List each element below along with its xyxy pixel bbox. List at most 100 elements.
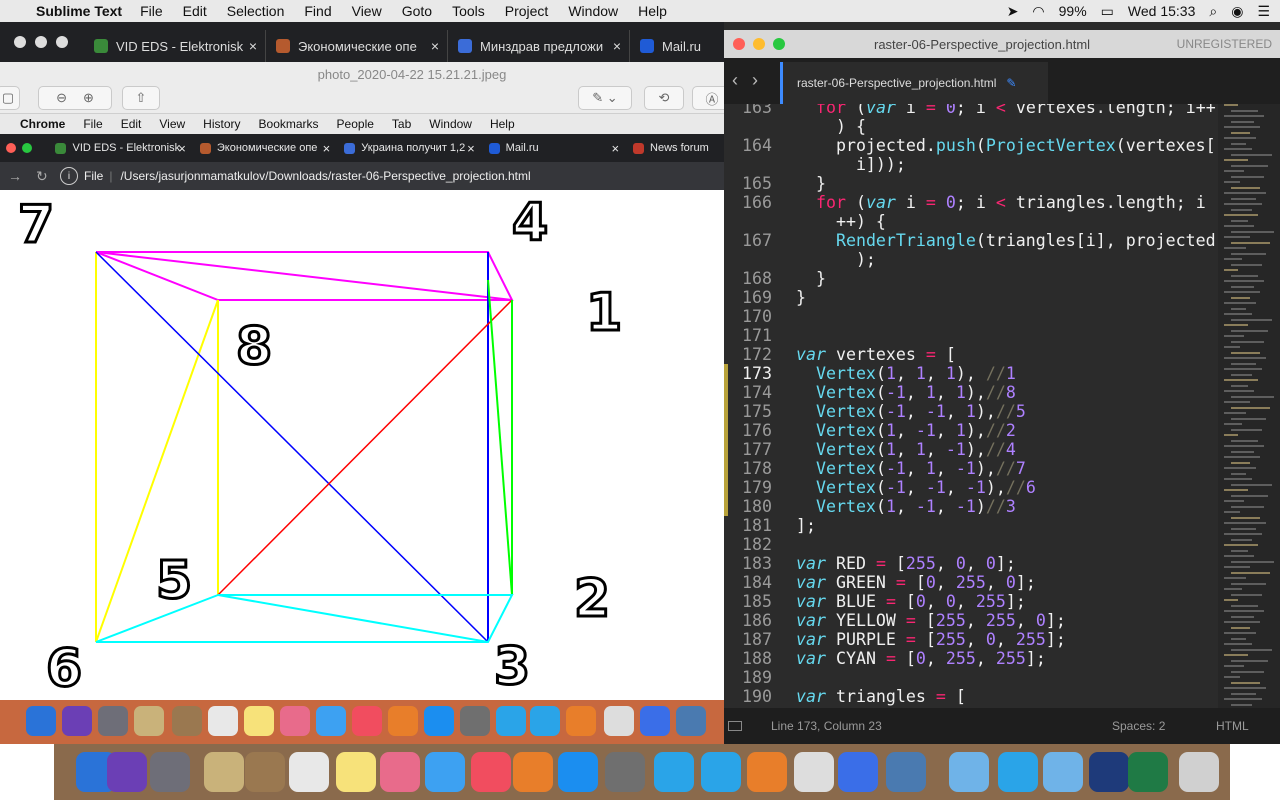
close-dot-icon[interactable] <box>14 36 26 48</box>
app-menu[interactable]: Sublime Text <box>36 3 122 19</box>
folder-icon[interactable] <box>949 752 989 792</box>
code-line[interactable]: 189 <box>724 668 1218 687</box>
menu-project[interactable]: Project <box>505 3 549 19</box>
music-icon[interactable] <box>471 752 511 792</box>
telegram-icon[interactable] <box>654 752 694 792</box>
code-line[interactable]: 171 <box>724 326 1218 345</box>
zoom-in-icon[interactable]: ⊕ <box>83 90 94 106</box>
code-line[interactable]: 184 var GREEN = [0, 255, 0]; <box>724 573 1218 592</box>
code-line[interactable]: 174 Vertex(-1, 1, 1),//8 <box>724 383 1218 402</box>
code-line[interactable]: 179 Vertex(-1, -1, -1),//6 <box>724 478 1218 497</box>
code-editor[interactable]: 163 for (var i = 0; i < vertexes.length;… <box>724 104 1218 724</box>
code-line[interactable]: 163 for (var i = 0; i < vertexes.length;… <box>724 104 1218 117</box>
panel-toggle-icon[interactable] <box>728 721 742 731</box>
code-line[interactable]: 180 Vertex(1, -1, -1)//3 <box>724 497 1218 516</box>
outer-tab-3[interactable]: Минздрав предложи × <box>448 30 630 62</box>
code-line[interactable]: i])); <box>724 155 1218 174</box>
menu-tools[interactable]: Tools <box>452 3 485 19</box>
minimize-button[interactable] <box>753 38 765 50</box>
trash-icon[interactable] <box>1179 752 1219 792</box>
outer-tab-1[interactable]: VID EDS - Elektronisk × <box>84 30 266 62</box>
preview-app-icon[interactable] <box>886 752 926 792</box>
menu-window[interactable]: Window <box>568 3 618 19</box>
excel-icon[interactable] <box>1128 752 1168 792</box>
applications-folder-icon[interactable] <box>998 752 1038 792</box>
code-line[interactable]: 165 } <box>724 174 1218 193</box>
messages-icon[interactable] <box>425 752 465 792</box>
close-tab-icon[interactable]: × <box>249 38 257 54</box>
battery-percent[interactable]: 99% <box>1059 3 1087 19</box>
code-line[interactable]: 176 Vertex(1, -1, 1),//2 <box>724 421 1218 440</box>
code-line[interactable]: 188 var CYAN = [0, 255, 255]; <box>724 649 1218 668</box>
menu-find[interactable]: Find <box>304 3 331 19</box>
code-line[interactable]: 178 Vertex(-1, 1, -1),//7 <box>724 459 1218 478</box>
notes-icon[interactable] <box>336 752 376 792</box>
sublime-text-icon[interactable] <box>747 752 787 792</box>
syntax-setting[interactable]: HTML <box>1216 719 1249 733</box>
rotate-icon[interactable]: ⟲ <box>644 86 684 110</box>
chevron-left-icon[interactable]: ‹ <box>732 70 752 90</box>
code-line[interactable]: 170 <box>724 307 1218 326</box>
code-line[interactable]: 175 Vertex(-1, -1, 1),//5 <box>724 402 1218 421</box>
code-line[interactable]: 186 var YELLOW = [255, 255, 0]; <box>724 611 1218 630</box>
code-line[interactable]: 172 var vertexes = [ <box>724 345 1218 364</box>
chevron-right-icon[interactable]: › <box>752 70 772 90</box>
menu-edit[interactable]: Edit <box>183 3 207 19</box>
quicktime-icon[interactable] <box>838 752 878 792</box>
menu-help[interactable]: Help <box>638 3 667 19</box>
contacts-icon[interactable] <box>245 752 285 792</box>
code-line[interactable]: 169} <box>724 288 1218 307</box>
code-line[interactable]: 181]; <box>724 516 1218 535</box>
markup-icon[interactable]: ✎ ⌄ <box>578 86 632 110</box>
code-line[interactable]: 168 } <box>724 269 1218 288</box>
code-line[interactable]: 187 var PURPLE = [255, 0, 255]; <box>724 630 1218 649</box>
outer-tab-2[interactable]: Экономические опе × <box>266 30 448 62</box>
telegram-status-icon[interactable]: ➤ <box>1007 3 1019 20</box>
battery-icon[interactable]: ▭ <box>1101 3 1114 20</box>
code-line[interactable]: 182 <box>724 535 1218 554</box>
share-icon[interactable]: ⇧ <box>122 86 160 110</box>
system-preferences-icon[interactable] <box>605 752 645 792</box>
code-line[interactable]: ); <box>724 250 1218 269</box>
code-line[interactable]: 183 var RED = [255, 0, 0]; <box>724 554 1218 573</box>
code-line[interactable]: 164 projected.push(ProjectVertex(vertexe… <box>724 136 1218 155</box>
menu-selection[interactable]: Selection <box>227 3 285 19</box>
close-button[interactable] <box>733 38 745 50</box>
books-icon[interactable] <box>513 752 553 792</box>
siri-icon[interactable] <box>107 752 147 792</box>
code-line[interactable]: 190 var triangles = [ <box>724 687 1218 706</box>
calendar-icon[interactable] <box>289 752 329 792</box>
indent-setting[interactable]: Spaces: 2 <box>1112 719 1165 733</box>
code-line[interactable]: ) { <box>724 117 1218 136</box>
siri-icon[interactable]: ◉ <box>1231 3 1243 20</box>
launchpad-icon[interactable] <box>150 752 190 792</box>
menu-file[interactable]: File <box>140 3 163 19</box>
appcode-icon[interactable] <box>1089 752 1129 792</box>
clock[interactable]: Wed 15:33 <box>1128 3 1195 19</box>
minimap[interactable] <box>1218 104 1280 724</box>
zoom-dot-icon[interactable] <box>56 36 68 48</box>
code-line[interactable]: ++) { <box>724 212 1218 231</box>
outer-tab-4[interactable]: Mail.ru <box>630 30 720 62</box>
menu-view[interactable]: View <box>352 3 382 19</box>
menu-goto[interactable]: Goto <box>402 3 432 19</box>
wifi-icon[interactable]: ◠ <box>1032 3 1044 20</box>
code-line[interactable]: 167 RenderTriangle(triangles[i], project… <box>724 231 1218 250</box>
notification-center-icon[interactable]: ☰ <box>1257 3 1270 20</box>
close-tab-icon[interactable]: × <box>431 38 439 54</box>
preview-icon[interactable] <box>204 752 244 792</box>
app-store-icon[interactable] <box>558 752 598 792</box>
search-icon[interactable]: ⌕ <box>1209 3 1217 20</box>
photos-icon[interactable] <box>380 752 420 792</box>
code-line[interactable]: 177 Vertex(1, 1, -1),//4 <box>724 440 1218 459</box>
sidebar-icon[interactable]: ▢ <box>0 86 20 110</box>
code-line[interactable]: 166 for (var i = 0; i < triangles.length… <box>724 193 1218 212</box>
close-tab-icon[interactable]: × <box>613 38 621 54</box>
zoom-out-icon[interactable]: ⊖ <box>56 90 67 106</box>
minimize-dot-icon[interactable] <box>35 36 47 48</box>
code-line[interactable]: 185 var BLUE = [0, 0, 255]; <box>724 592 1218 611</box>
code-line[interactable]: 173 Vertex(1, 1, 1), //1 <box>724 364 1218 383</box>
zoom-button[interactable] <box>773 38 785 50</box>
telegram-icon[interactable] <box>701 752 741 792</box>
file-tab[interactable]: raster-06-Perspective_projection.html ✎ <box>780 62 1048 104</box>
